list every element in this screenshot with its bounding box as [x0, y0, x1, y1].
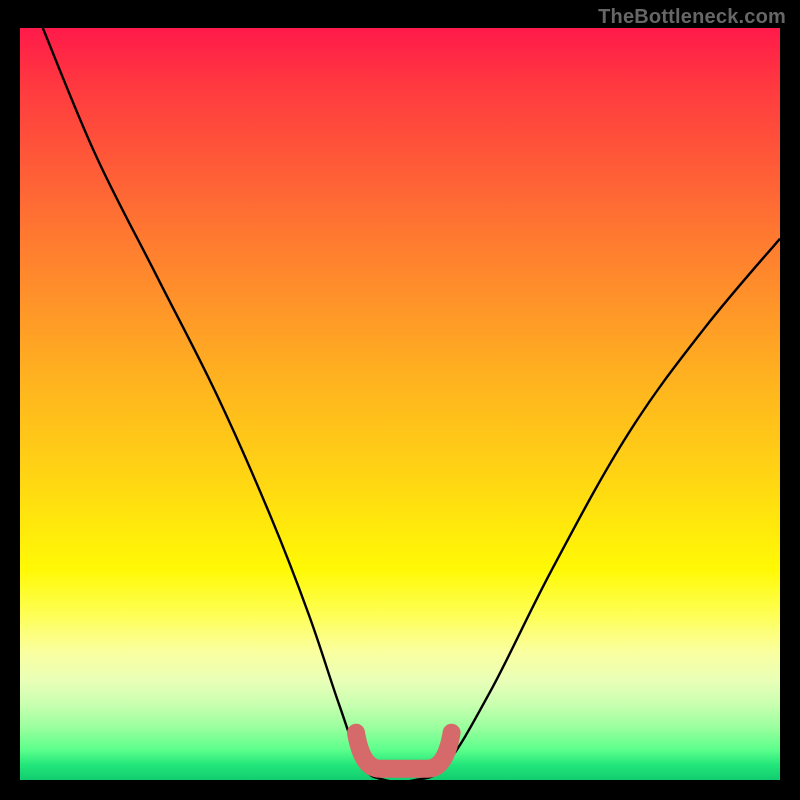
chart-frame: TheBottleneck.com — [0, 0, 800, 800]
attribution-text: TheBottleneck.com — [598, 6, 786, 29]
plot-area — [20, 28, 780, 780]
bottleneck-curve-svg — [20, 28, 780, 780]
bottleneck-curve-path — [43, 28, 780, 780]
flat-zone-highlight — [356, 733, 452, 769]
